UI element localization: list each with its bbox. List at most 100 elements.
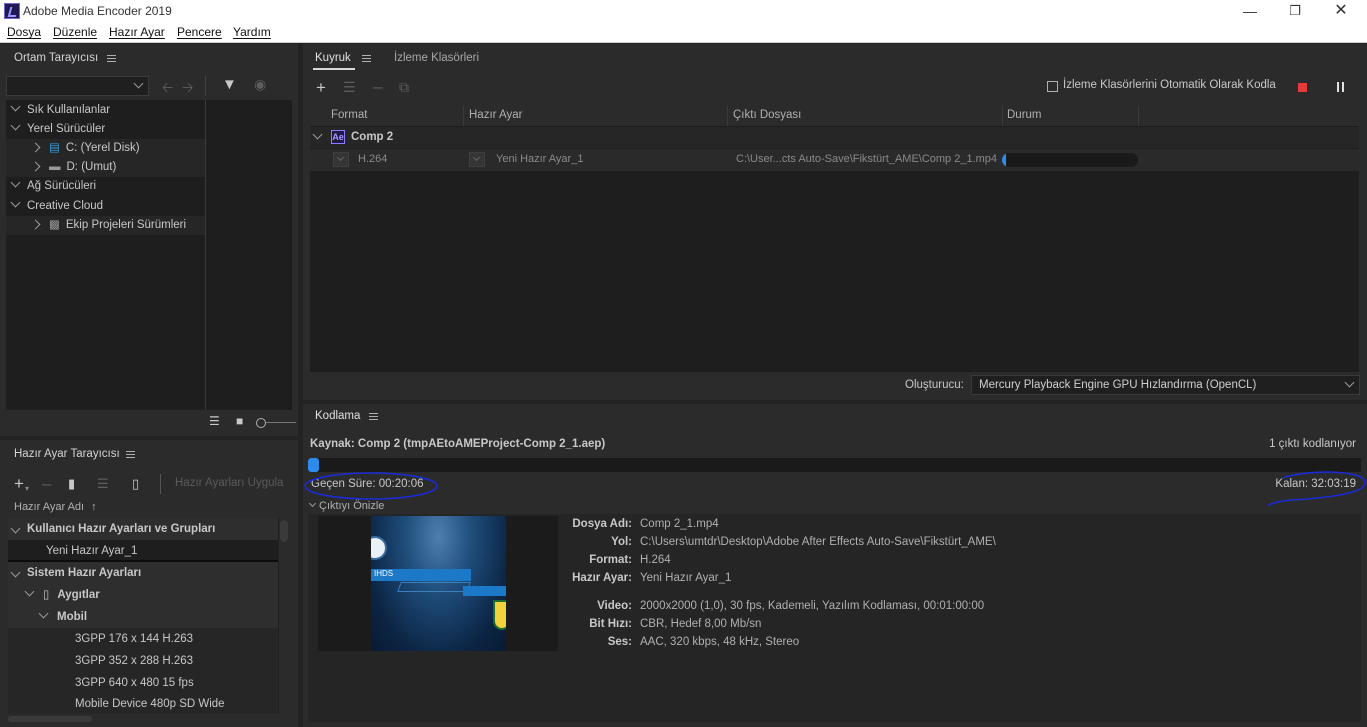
chevron-down-icon <box>472 153 481 162</box>
encoding-title[interactable]: Kodlama <box>315 410 360 422</box>
remove-icon[interactable]: – <box>373 77 382 97</box>
duplicate-icon[interactable]: ⧉ <box>399 79 409 96</box>
panel-menu-icon[interactable] <box>362 55 371 62</box>
location-dropdown[interactable] <box>6 76 149 96</box>
preset-group-user[interactable]: Kullanıcı Hazır Ayarları ve Grupları <box>8 518 278 540</box>
tree-item-drive-c[interactable]: ▤ C: (Yerel Disk) <box>6 139 205 158</box>
tree-item-network-drives[interactable]: Ağ Sürücüleri <box>10 177 96 196</box>
pause-queue-button[interactable] <box>1337 82 1339 92</box>
auto-encode-checkbox[interactable] <box>1047 81 1058 92</box>
forward-arrow-icon[interactable]: 🡢 <box>182 77 193 101</box>
preset-item[interactable]: 3GPP 176 x 144 H.263 <box>8 628 278 650</box>
column-status[interactable]: Durum <box>1007 109 1042 121</box>
info-value-preset: Yeni Hazır Ayar_1 <box>640 572 732 584</box>
panel-menu-icon[interactable] <box>126 451 135 458</box>
preset-horizontal-scrollbar[interactable] <box>8 716 92 722</box>
tab-queue[interactable]: Kuyruk <box>315 52 351 64</box>
column-divider[interactable] <box>463 106 464 126</box>
preset-label: Yeni Hazır Ayar_1 <box>46 545 138 557</box>
tree-item-favorites[interactable]: Sık Kullanılanlar <box>10 101 110 120</box>
preset-item[interactable]: Mobile Device 480p SD Wide <box>8 694 278 714</box>
info-key: Ses: <box>607 636 632 648</box>
window-title: Adobe Media Encoder 2019 <box>23 4 172 18</box>
media-browser-title[interactable]: Ortam Tarayıcısı <box>14 52 98 64</box>
back-arrow-icon[interactable]: 🡠 <box>162 77 173 101</box>
menu-file[interactable]: Dosya <box>7 25 41 39</box>
preset-item-user[interactable]: Yeni Hazır Ayar_1 <box>8 540 278 562</box>
column-preset[interactable]: Hazır Ayar <box>469 109 522 121</box>
preview-toggle[interactable]: Çıktıyı Önizle <box>308 499 384 512</box>
team-logo-icon <box>371 536 387 560</box>
preset-list: Kullanıcı Hazır Ayarları ve Grupları Yen… <box>8 518 279 714</box>
column-divider[interactable] <box>1138 106 1139 126</box>
new-group-icon[interactable]: ▮ <box>68 476 75 492</box>
info-value-file-name: Comp 2_1.mp4 <box>640 518 719 530</box>
tree-item-local-drives[interactable]: Yerel Sürücüler <box>10 120 105 139</box>
add-preset-dropdown-icon[interactable]: ▾ <box>25 484 29 493</box>
queue-item-output[interactable]: H.264 Yeni Hazır Ayar_1 C:\User...cts Au… <box>310 149 1359 171</box>
renderer-dropdown[interactable]: Mercury Playback Engine GPU Hızlandırma … <box>971 375 1360 395</box>
team-crest-icon <box>493 600 506 630</box>
list-view-icon[interactable]: ☰ <box>209 414 220 428</box>
column-divider[interactable] <box>1002 106 1003 126</box>
column-output[interactable]: Çıktı Dosyası <box>733 109 801 121</box>
menu-window[interactable]: Pencere <box>177 25 222 39</box>
view-toggle-icon[interactable]: ◉ <box>254 76 266 93</box>
preset-group-mobile[interactable]: Mobil <box>8 606 278 628</box>
filter-icon[interactable]: ▼ <box>222 76 237 93</box>
maximize-button[interactable]: ❐ <box>1280 2 1310 20</box>
tree-splitter[interactable] <box>205 100 206 410</box>
preset-label: 3GPP 176 x 144 H.263 <box>75 633 194 645</box>
preset-group-label: Kullanıcı Hazır Ayarları ve Grupları <box>27 523 216 535</box>
add-output-icon[interactable]: ☰ <box>343 79 356 96</box>
icon-view-icon[interactable]: ■ <box>236 414 243 428</box>
tree-label: D: (Umut) <box>66 161 117 173</box>
chevron-down-icon <box>10 197 21 208</box>
preset-list-scrollbar[interactable] <box>280 520 288 542</box>
queue-list: Format Hazır Ayar Çıktı Dosyası Durum Ae… <box>310 106 1359 372</box>
status-progress-fill <box>1002 153 1006 167</box>
tab-watch-folders[interactable]: İzleme Klasörleri <box>394 52 479 64</box>
preset-item[interactable]: 3GPP 352 x 288 H.263 <box>8 650 278 672</box>
preset-group-system[interactable]: Sistem Hazır Ayarları <box>8 562 278 584</box>
menu-preset[interactable]: Hazır Ayar <box>109 25 165 39</box>
output-file-path[interactable]: C:\User...cts Auto-Save\Fikstürt_AME\Com… <box>736 153 997 165</box>
queue-item-source[interactable]: Ae Comp 2 <box>310 127 1359 148</box>
preset-browser-title[interactable]: Hazır Ayar Tarayıcısı <box>14 448 120 460</box>
media-tree: Sık Kullanılanlar Yerel Sürücüler ▤ C: (Y… <box>6 100 292 410</box>
chevron-down-icon[interactable] <box>312 129 323 140</box>
output-format[interactable]: H.264 <box>358 153 387 165</box>
zoom-slider-track[interactable] <box>266 422 296 423</box>
outputs-encoding-count: 1 çıktı kodlanıyor <box>1269 438 1356 450</box>
tree-label: C: (Yerel Disk) <box>65 142 140 154</box>
panel-menu-icon[interactable] <box>107 55 116 62</box>
tree-item-creative-cloud[interactable]: Creative Cloud <box>10 197 103 216</box>
preview-thumbnail: IHDS <box>371 516 506 651</box>
import-preset-icon[interactable]: ▯ <box>132 476 139 492</box>
preset-dropdown-button[interactable] <box>469 152 485 167</box>
preset-settings-icon[interactable]: ☰ <box>97 476 109 492</box>
zoom-slider-handle[interactable] <box>256 418 266 428</box>
preset-name-column-header[interactable]: Hazır Ayar Adı ↑ <box>14 501 97 513</box>
menu-edit[interactable]: Düzenle <box>53 25 97 39</box>
output-preset[interactable]: Yeni Hazır Ayar_1 <box>496 153 583 165</box>
add-preset-icon[interactable]: + <box>14 474 24 494</box>
preset-group-devices[interactable]: ▯ Aygıtlar <box>8 584 278 606</box>
apply-presets-field[interactable]: Hazır Ayarları Uygula <box>160 474 288 494</box>
tree-item-drive-d[interactable]: ▬ D: (Umut) <box>6 158 205 177</box>
stop-queue-button[interactable] <box>1298 83 1307 92</box>
renderer-value: Mercury Playback Engine GPU Hızlandırma … <box>979 379 1257 391</box>
tree-item-team-projects[interactable]: ▩ Ekip Projeleri Sürümleri <box>6 216 205 235</box>
add-source-icon[interactable]: + <box>316 78 326 98</box>
minimize-button[interactable]: — <box>1235 2 1265 20</box>
format-dropdown-button[interactable] <box>333 152 349 167</box>
panel-menu-icon[interactable] <box>369 413 378 420</box>
preset-item[interactable]: 3GPP 640 x 480 15 fps <box>8 672 278 694</box>
remove-preset-icon[interactable]: – <box>42 474 51 494</box>
info-key: Yol: <box>611 536 632 548</box>
close-button[interactable]: ✕ <box>1326 2 1356 20</box>
menu-help[interactable]: Yardım <box>233 25 271 39</box>
column-format[interactable]: Format <box>331 109 367 121</box>
chevron-down-icon <box>133 78 144 89</box>
column-divider[interactable] <box>727 106 728 126</box>
